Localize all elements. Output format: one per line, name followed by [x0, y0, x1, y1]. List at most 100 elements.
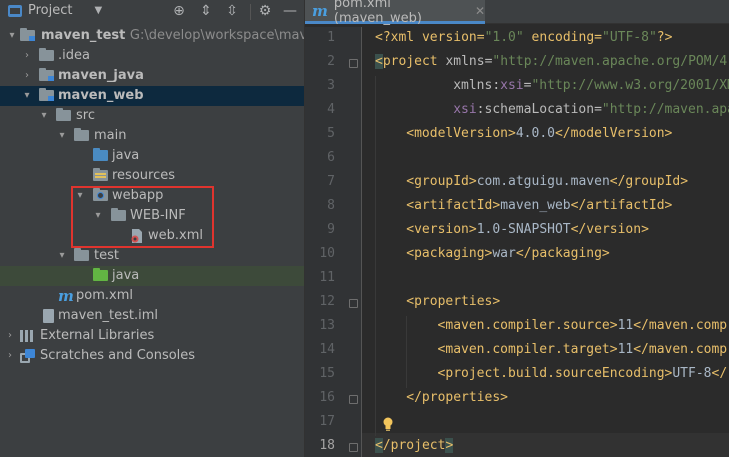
code-token: "UTF-8" — [602, 30, 657, 45]
code-token: <groupId> — [406, 174, 477, 189]
fold-marker-icon[interactable] — [349, 395, 358, 404]
tree-item-maven-java[interactable]: › maven_java — [0, 66, 304, 86]
line-number: 15 — [319, 366, 335, 381]
chevron-down-icon[interactable]: ▾ — [6, 29, 18, 43]
tree-item-label: src — [76, 108, 95, 123]
code-token: </maven.comp — [633, 342, 728, 357]
code-token: maven_web — [500, 198, 571, 213]
code-token: <properties> — [406, 294, 501, 309]
line-number: 10 — [319, 246, 335, 261]
code-line: <project xmlns="http://maven.apache.org/… — [375, 54, 727, 69]
code-editor[interactable]: m pom.xml (maven_web) ✕ 1 2 3 4 5 6 7 8 9 10 11 12 1… — [305, 0, 729, 457]
code-token: com.atguigu.maven — [476, 174, 610, 189]
code-token: xmlns: — [453, 78, 501, 93]
line-number: 18 — [319, 438, 335, 453]
chevron-right-icon[interactable]: › — [21, 69, 33, 83]
code-token: </properties> — [406, 390, 509, 405]
close-icon[interactable]: ✕ — [475, 4, 485, 18]
tree-item-label: External Libraries — [40, 328, 155, 343]
tree-item-label: main — [94, 128, 127, 143]
tree-item-maven-test[interactable]: ▾ maven_test G:\develop\workspace\maven_… — [0, 26, 343, 46]
folder-icon — [56, 108, 71, 121]
line-number: 12 — [319, 294, 335, 309]
code-token: <project.build.sourceEncoding> — [437, 366, 673, 381]
resources-folder-icon — [93, 168, 108, 181]
tree-item-label: maven_java — [58, 68, 144, 83]
tree-item-maven-test-iml[interactable]: maven_test.iml — [0, 306, 304, 326]
line-number: 3 — [327, 78, 335, 93]
lightbulb-icon[interactable] — [382, 417, 394, 431]
tree-item-src[interactable]: ▾ src — [0, 106, 304, 126]
chevron-down-icon[interactable]: ▾ — [38, 109, 50, 123]
chevron-right-icon[interactable]: › — [21, 49, 33, 63]
chevron-down-icon: ▼ — [94, 5, 103, 16]
fold-marker-icon[interactable] — [349, 299, 358, 308]
tree-item-external-libraries[interactable]: › External Libraries — [0, 326, 304, 346]
line-number: 1 — [327, 30, 335, 45]
code-token: UTF-8 — [672, 366, 712, 381]
code-token: </maven.comp — [633, 318, 728, 333]
tree-item-label: resources — [112, 168, 176, 183]
tree-item-main[interactable]: ▾ main — [0, 126, 304, 146]
tab-label: pom.xml (maven_web) — [333, 0, 422, 26]
folder-icon — [39, 48, 54, 61]
tree-item-maven-web[interactable]: ▾ maven_web — [0, 86, 304, 106]
hide-panel-icon[interactable]: — — [282, 3, 298, 19]
tree-item-label: maven_test — [41, 28, 126, 43]
code-token: 1.0-SNAPSHOT — [476, 222, 571, 237]
fold-marker-icon[interactable] — [349, 59, 358, 68]
tree-item-test[interactable]: ▾ test — [0, 246, 304, 266]
code-line: <modelVersion>4.0.0</modelVersion> — [406, 126, 672, 141]
tree-item-label: java — [112, 268, 140, 283]
scratches-icon — [20, 349, 35, 363]
source-folder-icon — [93, 148, 108, 161]
code-token: <maven.compiler.target> — [437, 342, 618, 357]
code-line: xmlns:xsi="http://www.w3.org/2001/XM — [453, 78, 729, 93]
tree-item-label: java — [112, 148, 140, 163]
editor-tab-bar: m pom.xml (maven_web) ✕ — [305, 0, 729, 26]
chevron-down-icon[interactable]: ▾ — [56, 129, 68, 143]
tree-item-pom-xml[interactable]: m pom.xml — [0, 286, 304, 306]
tree-item-label: test — [94, 248, 119, 263]
project-view-selector[interactable]: Project ▼ — [8, 3, 102, 18]
tree-item-java-main[interactable]: java — [0, 146, 304, 166]
project-tool-window: Project ▼ ⊕ ⇕ ⇳ ⚙ — ▾ maven_test G:\deve… — [0, 0, 343, 457]
code-token: <artifactId> — [406, 198, 501, 213]
code-token: 11 — [617, 342, 634, 357]
project-panel-icon — [8, 4, 22, 17]
chevron-right-icon[interactable]: › — [4, 349, 16, 363]
indent-guide — [406, 316, 407, 388]
expand-all-icon[interactable]: ⇕ — [198, 3, 214, 19]
code-token: </version> — [570, 222, 649, 237]
code-token: </project — [375, 438, 446, 453]
code-line: <version>1.0-SNAPSHOT</version> — [406, 222, 649, 237]
code-token: </artifactId> — [570, 198, 673, 213]
code-token: :schemaLocation= — [476, 102, 602, 117]
code-line: <maven.compiler.target>11</maven.comp — [438, 342, 728, 357]
tree-item-idea[interactable]: › .idea — [0, 46, 304, 66]
locate-file-icon[interactable]: ⊕ — [171, 3, 187, 19]
code-line: <groupId>com.atguigu.maven</groupId> — [406, 174, 688, 189]
chevron-right-icon[interactable]: › — [4, 329, 16, 343]
gear-icon[interactable]: ⚙ — [257, 3, 273, 19]
chevron-down-icon[interactable]: ▾ — [21, 89, 33, 103]
code-token: xmlns= — [437, 54, 493, 69]
code-token: <packaging> — [406, 246, 493, 261]
code-token: </ — [711, 366, 728, 381]
fold-marker-icon[interactable] — [349, 443, 358, 452]
folder-icon — [74, 248, 89, 261]
code-token: "http://www.w3.org/2001/XM — [531, 78, 729, 93]
tree-item-java-test[interactable]: java — [0, 266, 304, 286]
toolbar-divider — [250, 4, 251, 20]
tree-item-resources[interactable]: resources — [0, 166, 304, 186]
module-folder-icon — [39, 68, 54, 81]
tree-item-label: .idea — [58, 48, 90, 63]
chevron-down-icon[interactable]: ▾ — [56, 249, 68, 263]
line-number: 13 — [319, 318, 335, 333]
tree-item-scratches[interactable]: › Scratches and Consoles — [0, 346, 304, 366]
collapse-all-icon[interactable]: ⇳ — [224, 3, 240, 19]
tab-pom-xml[interactable]: m pom.xml (maven_web) ✕ — [305, 0, 485, 26]
project-title: Project — [28, 3, 73, 18]
code-token: "1.0" — [484, 30, 524, 45]
matched-bracket: < — [375, 438, 383, 453]
